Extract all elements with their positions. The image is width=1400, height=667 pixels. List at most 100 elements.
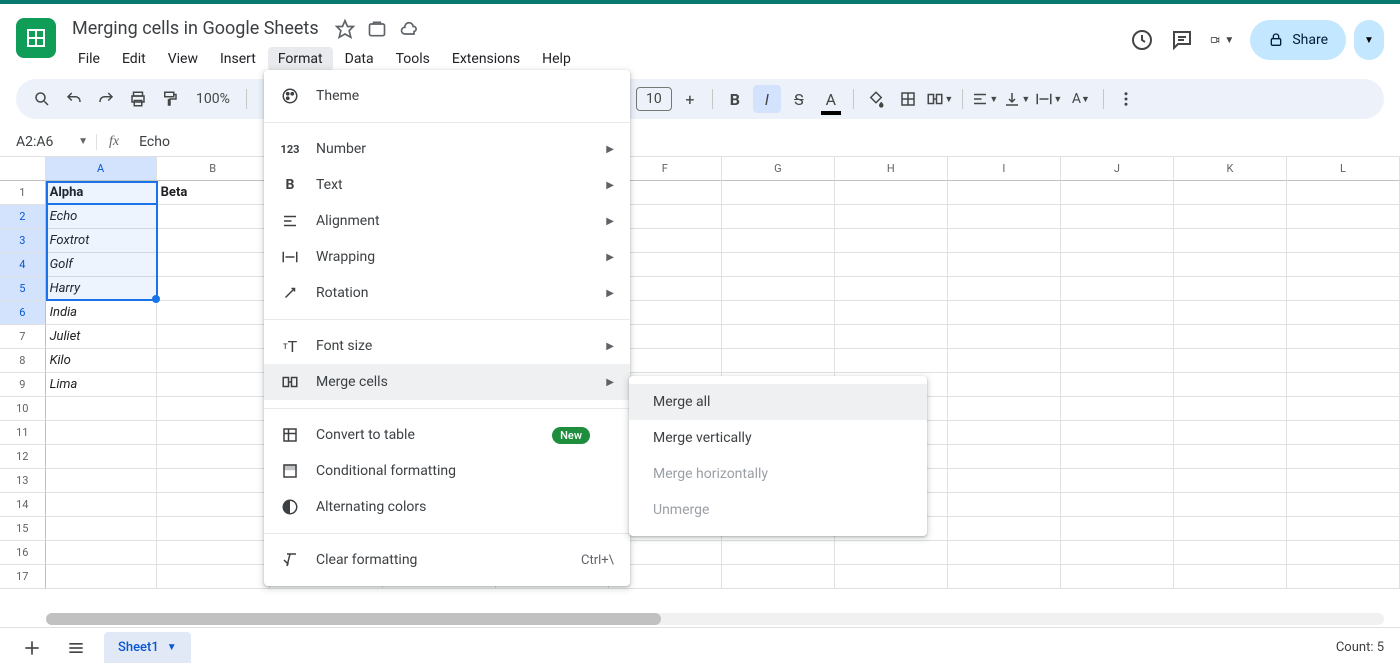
cell[interactable] — [157, 517, 270, 541]
search-icon[interactable] — [28, 85, 56, 113]
cell[interactable] — [835, 301, 948, 325]
cell[interactable] — [1287, 301, 1400, 325]
menu-view[interactable]: View — [158, 47, 208, 71]
cell[interactable]: Juliet — [46, 325, 157, 349]
cell[interactable] — [1061, 301, 1174, 325]
wrap-icon[interactable]: ▼ — [1035, 85, 1063, 113]
bold-icon[interactable]: B — [721, 85, 749, 113]
row-header[interactable]: 12 — [0, 445, 46, 469]
row-header[interactable]: 5 — [0, 277, 46, 301]
cell[interactable] — [46, 517, 157, 541]
all-sheets-icon[interactable] — [60, 632, 92, 664]
select-all-corner[interactable] — [0, 157, 46, 181]
cell[interactable]: Golf — [46, 253, 157, 277]
menu-insert[interactable]: Insert — [210, 47, 266, 71]
cell[interactable] — [948, 277, 1061, 301]
strikethrough-icon[interactable]: S — [785, 85, 813, 113]
cell[interactable] — [1174, 205, 1287, 229]
cell[interactable] — [1061, 541, 1174, 565]
cell[interactable] — [835, 253, 948, 277]
cell[interactable] — [1174, 493, 1287, 517]
cell[interactable] — [1061, 229, 1174, 253]
cell[interactable] — [46, 469, 157, 493]
row-header[interactable]: 14 — [0, 493, 46, 517]
cell[interactable] — [948, 229, 1061, 253]
row-header[interactable]: 4 — [0, 253, 46, 277]
cell[interactable] — [46, 493, 157, 517]
row-header[interactable]: 8 — [0, 349, 46, 373]
cell[interactable]: Harry — [46, 277, 157, 301]
col-header-L[interactable]: L — [1287, 157, 1400, 181]
row-header[interactable]: 1 — [0, 181, 46, 205]
cell[interactable] — [1061, 325, 1174, 349]
sheets-logo[interactable] — [16, 18, 56, 58]
cell[interactable] — [722, 277, 835, 301]
row-header[interactable]: 13 — [0, 469, 46, 493]
cell[interactable] — [1287, 565, 1400, 589]
zoom-select[interactable]: 100% — [188, 91, 238, 107]
borders-icon[interactable] — [894, 85, 922, 113]
cell[interactable] — [722, 541, 835, 565]
cell[interactable] — [157, 277, 270, 301]
cell[interactable] — [46, 541, 157, 565]
cell[interactable] — [1174, 421, 1287, 445]
italic-icon[interactable]: I — [753, 85, 781, 113]
cell[interactable] — [1287, 493, 1400, 517]
increase-font-icon[interactable]: + — [676, 85, 704, 113]
cell[interactable] — [157, 229, 270, 253]
cell[interactable] — [1174, 229, 1287, 253]
cell[interactable] — [1174, 517, 1287, 541]
cell[interactable] — [948, 205, 1061, 229]
cell[interactable] — [1174, 445, 1287, 469]
row-header[interactable]: 9 — [0, 373, 46, 397]
add-sheet-icon[interactable] — [16, 632, 48, 664]
row-header[interactable]: 7 — [0, 325, 46, 349]
redo-icon[interactable] — [92, 85, 120, 113]
cell[interactable] — [1287, 373, 1400, 397]
cell[interactable] — [1287, 541, 1400, 565]
cell[interactable] — [1287, 397, 1400, 421]
move-icon[interactable] — [367, 19, 387, 39]
text-color-icon[interactable]: A — [817, 85, 845, 113]
cell[interactable] — [722, 325, 835, 349]
cell[interactable] — [835, 565, 948, 589]
cell[interactable] — [835, 325, 948, 349]
cell[interactable] — [948, 301, 1061, 325]
cell[interactable] — [1061, 181, 1174, 205]
menu-tools[interactable]: Tools — [386, 47, 440, 71]
menu-alternating[interactable]: Alternating colors — [264, 489, 630, 525]
cell[interactable]: Echo — [46, 205, 157, 229]
merge-icon[interactable]: ▼ — [926, 85, 954, 113]
cell[interactable] — [1061, 277, 1174, 301]
cell[interactable] — [1061, 205, 1174, 229]
menu-data[interactable]: Data — [335, 47, 384, 71]
cell[interactable] — [1287, 181, 1400, 205]
col-header-I[interactable]: I — [948, 157, 1061, 181]
cell[interactable] — [1174, 301, 1287, 325]
cell[interactable] — [835, 205, 948, 229]
menu-theme[interactable]: Theme — [264, 78, 630, 114]
valign-icon[interactable]: ▼ — [1003, 85, 1031, 113]
cell[interactable] — [835, 229, 948, 253]
cell[interactable]: Beta — [157, 181, 270, 205]
cell[interactable] — [157, 493, 270, 517]
cell[interactable] — [835, 181, 948, 205]
cell[interactable] — [46, 565, 157, 589]
col-header-B[interactable]: B — [157, 157, 270, 181]
cell[interactable] — [157, 397, 270, 421]
menu-file[interactable]: File — [68, 47, 110, 71]
cell[interactable] — [722, 349, 835, 373]
cell[interactable] — [1061, 397, 1174, 421]
menu-alignment[interactable]: Alignment ▶ — [264, 203, 630, 239]
cell[interactable] — [1287, 445, 1400, 469]
cell[interactable] — [157, 565, 270, 589]
cell[interactable] — [1174, 325, 1287, 349]
cloud-icon[interactable] — [399, 19, 419, 39]
cell[interactable] — [948, 493, 1061, 517]
cell[interactable] — [722, 565, 835, 589]
cell[interactable]: Lima — [46, 373, 157, 397]
cell[interactable] — [1061, 493, 1174, 517]
history-icon[interactable] — [1130, 28, 1154, 52]
col-header-G[interactable]: G — [722, 157, 835, 181]
comment-icon[interactable] — [1170, 28, 1194, 52]
